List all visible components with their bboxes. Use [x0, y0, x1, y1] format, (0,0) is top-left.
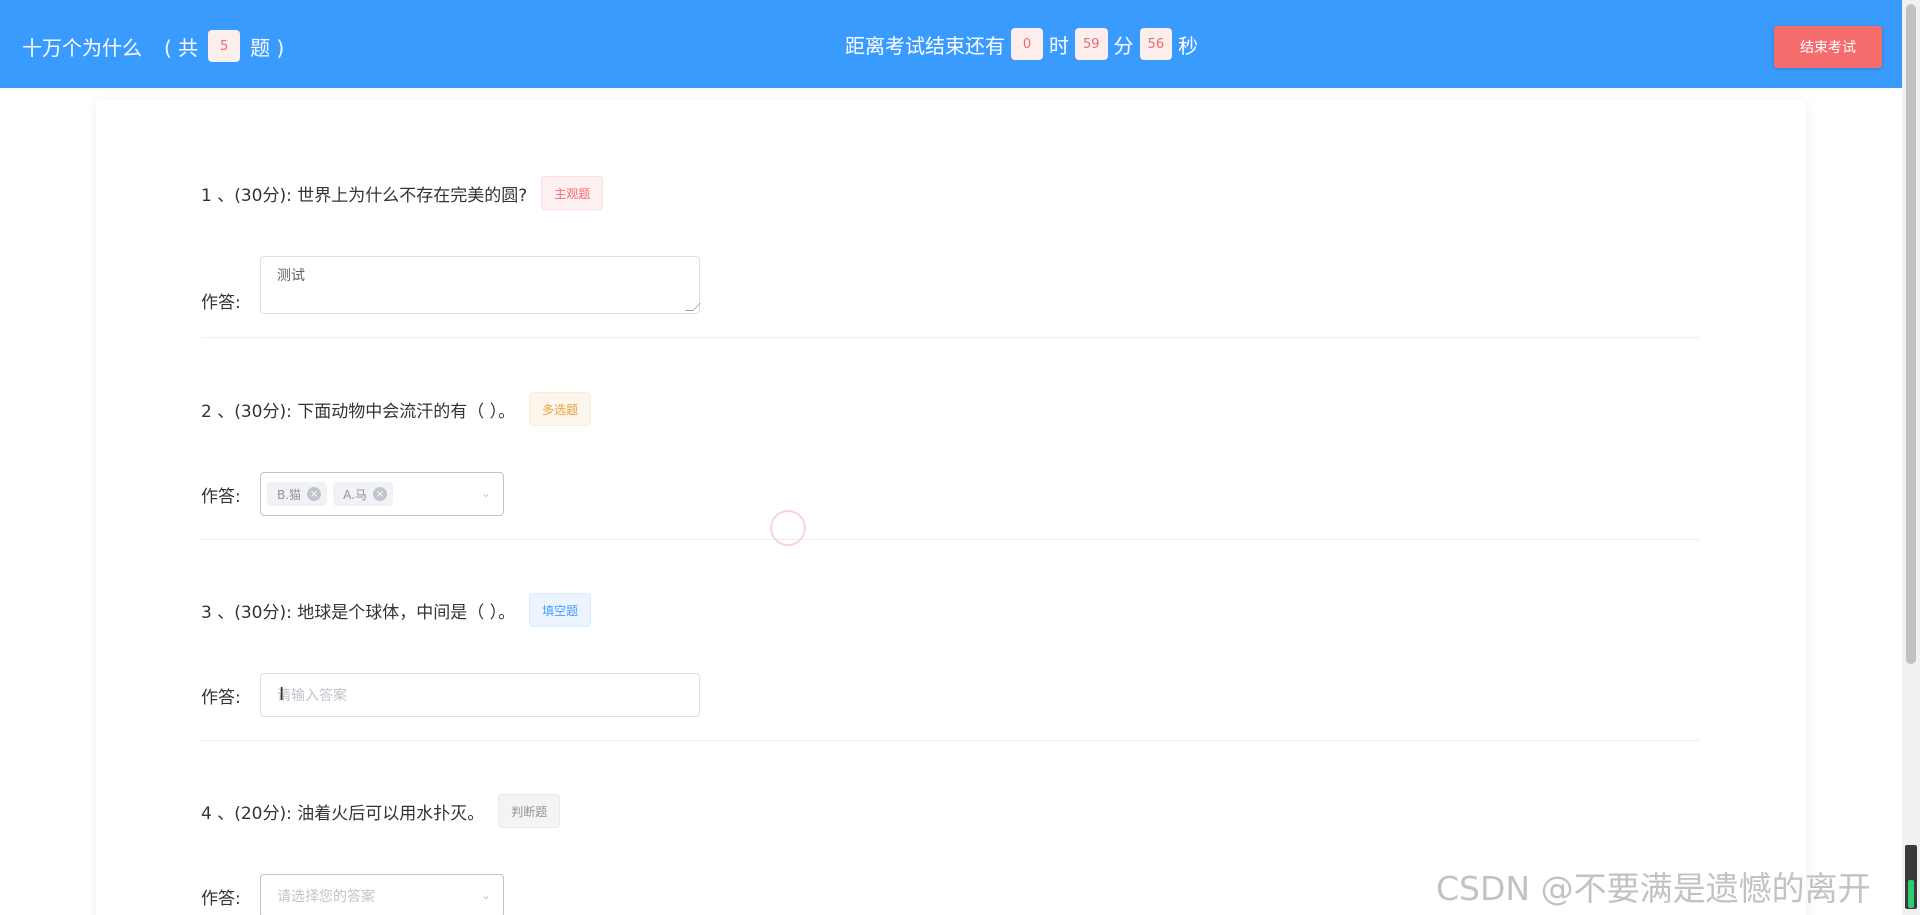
answer-textarea[interactable]: 测试 — [260, 256, 701, 314]
scroll-indicator-green — [1908, 880, 1914, 908]
chip-label: A.马 — [343, 487, 367, 502]
text-cursor-icon: I — [279, 684, 285, 705]
hours-box: 0 — [1011, 28, 1043, 60]
question-2-line: 2 、(30分): 下面动物中会流汗的有（ ）。 多选题 — [201, 392, 1699, 426]
end-exam-button[interactable]: 结束考试 — [1774, 26, 1882, 68]
answer-textarea-value: 测试 — [277, 268, 305, 284]
question-3: 3 、(30分): 地球是个球体，中间是（ ）。 填空题 作答: 请输入答案 I — [201, 593, 1699, 741]
answer-label: 作答: — [201, 888, 241, 909]
chevron-down-icon: ⌄ — [480, 888, 491, 902]
seconds-unit: 秒 — [1178, 33, 1199, 58]
question-3-text: 3 、(30分): 地球是个球体，中间是（ ）。 — [201, 602, 516, 623]
question-1-line: 1 、(30分): 世界上为什么不存在完美的圆? 主观题 — [201, 176, 1699, 210]
close-icon[interactable]: × — [372, 487, 387, 501]
answer-row-1: 作答: 测试 — [201, 256, 701, 314]
minutes-unit: 分 — [1113, 33, 1134, 58]
answer-label: 作答: — [201, 486, 241, 507]
seconds-box: 56 — [1139, 28, 1173, 60]
question-type-tag: 多选题 — [529, 392, 592, 426]
chip-label: B.猫 — [277, 487, 302, 502]
exam-title: 十万个为什么 ( 共 5 题 ) — [22, 30, 284, 62]
question-1: 1 、(30分): 世界上为什么不存在完美的圆? 主观题 作答: 测试 — [201, 176, 1699, 338]
close-icon[interactable]: × — [307, 487, 322, 501]
loading-spinner-icon — [770, 510, 806, 546]
answer-label: 作答: — [201, 687, 241, 708]
countdown-timer: 距离考试结束还有 0 时 59 分 56 秒 — [845, 28, 1198, 60]
exam-header: 十万个为什么 ( 共 5 题 ) 距离考试结束还有 0 时 59 分 56 秒 … — [0, 0, 1902, 88]
answer-input-placeholder: 请输入答案 — [277, 688, 347, 704]
answer-row-4: 作答: 请选择您的答案 ⌄ — [201, 874, 504, 915]
chevron-down-icon: ⌄ — [480, 486, 491, 500]
count-suffix: 题 ) — [250, 35, 285, 60]
answer-row-2: 作答: B.猫 × A.马 × ⌄ — [201, 472, 504, 516]
question-count-badge: 5 — [208, 30, 241, 62]
question-1-text: 1 、(30分): 世界上为什么不存在完美的圆? — [201, 185, 528, 206]
question-4-line: 4 、(20分): 油着火后可以用水扑灭。 判断题 — [201, 794, 1699, 828]
question-type-tag: 主观题 — [541, 176, 604, 210]
timer-prefix: 距离考试结束还有 — [845, 33, 1005, 58]
vertical-scrollbar[interactable] — [1902, 0, 1920, 915]
watermark: CSDN @不要满是遗憾的离开 — [1436, 869, 1871, 908]
resize-handle-icon[interactable] — [685, 303, 701, 311]
exam-name: 十万个为什么 — [22, 35, 142, 60]
answer-input[interactable]: 请输入答案 I — [260, 673, 700, 717]
multi-select[interactable]: B.猫 × A.马 × ⌄ — [260, 472, 504, 516]
answer-select[interactable]: 请选择您的答案 ⌄ — [260, 874, 504, 915]
minutes-box: 59 — [1075, 28, 1108, 60]
question-3-line: 3 、(30分): 地球是个球体，中间是（ ）。 填空题 — [201, 593, 1699, 627]
selected-chip: A.马 × — [333, 482, 393, 506]
selected-chip: B.猫 × — [267, 482, 328, 506]
answer-select-placeholder: 请选择您的答案 — [277, 889, 375, 905]
question-type-tag: 填空题 — [529, 593, 592, 627]
hours-unit: 时 — [1049, 33, 1069, 58]
question-2: 2 、(30分): 下面动物中会流汗的有（ ）。 多选题 作答: B.猫 × A… — [201, 392, 1699, 540]
question-type-tag: 判断题 — [498, 794, 561, 828]
scrollbar-thumb[interactable] — [1906, 4, 1916, 664]
answer-row-3: 作答: 请输入答案 I — [201, 673, 700, 717]
question-2-text: 2 、(30分): 下面动物中会流汗的有（ ）。 — [201, 401, 516, 422]
answer-label: 作答: — [201, 292, 241, 313]
question-4-text: 4 、(20分): 油着火后可以用水扑灭。 — [201, 803, 485, 824]
count-prefix: ( 共 — [164, 35, 199, 60]
